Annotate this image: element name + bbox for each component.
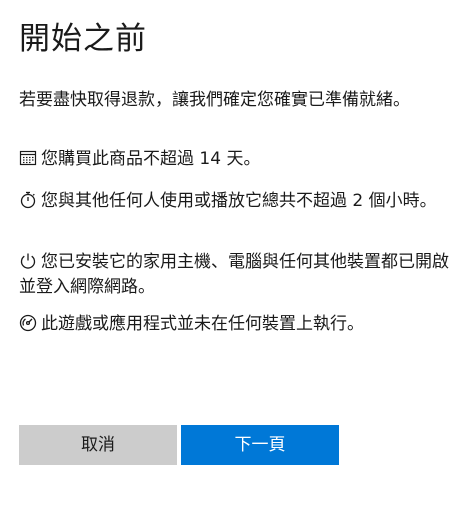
dialog-title: 開始之前 [19,21,147,57]
intro-text: 若要盡快取得退款，讓我們確定您確實已準備就緒。 [19,90,410,110]
refund-dialog: 開始之前 若要盡快取得退款，讓我們確定您確實已準備就緒。 您購買此商品不超過 1… [0,0,467,523]
calendar-icon [19,149,37,167]
condition-text: 此遊戲或應用程式並未在任何裝置上執行。 [41,314,364,334]
condition-not-running: 此遊戲或應用程式並未在任何裝置上執行。 [19,312,451,337]
condition-text: 您已安裝它的家用主機、電腦與任何其他裝置都已開啟並登入網際網路。 [19,252,449,297]
condition-text: 您購買此商品不超過 14 天。 [41,149,261,169]
cancel-button[interactable]: 取消 [19,425,177,465]
condition-text: 您與其他任何人使用或播放它總共不超過 2 個小時。 [41,191,437,211]
power-icon [19,252,37,270]
condition-play-time: 您與其他任何人使用或播放它總共不超過 2 個小時。 [19,189,451,214]
stopwatch-icon [19,191,37,209]
condition-devices-online: 您已安裝它的家用主機、電腦與任何其他裝置都已開啟並登入網際網路。 [19,250,451,300]
gauge-icon [19,314,37,332]
condition-purchase-date: 您購買此商品不超過 14 天。 [19,147,451,172]
next-button[interactable]: 下一頁 [181,425,339,465]
